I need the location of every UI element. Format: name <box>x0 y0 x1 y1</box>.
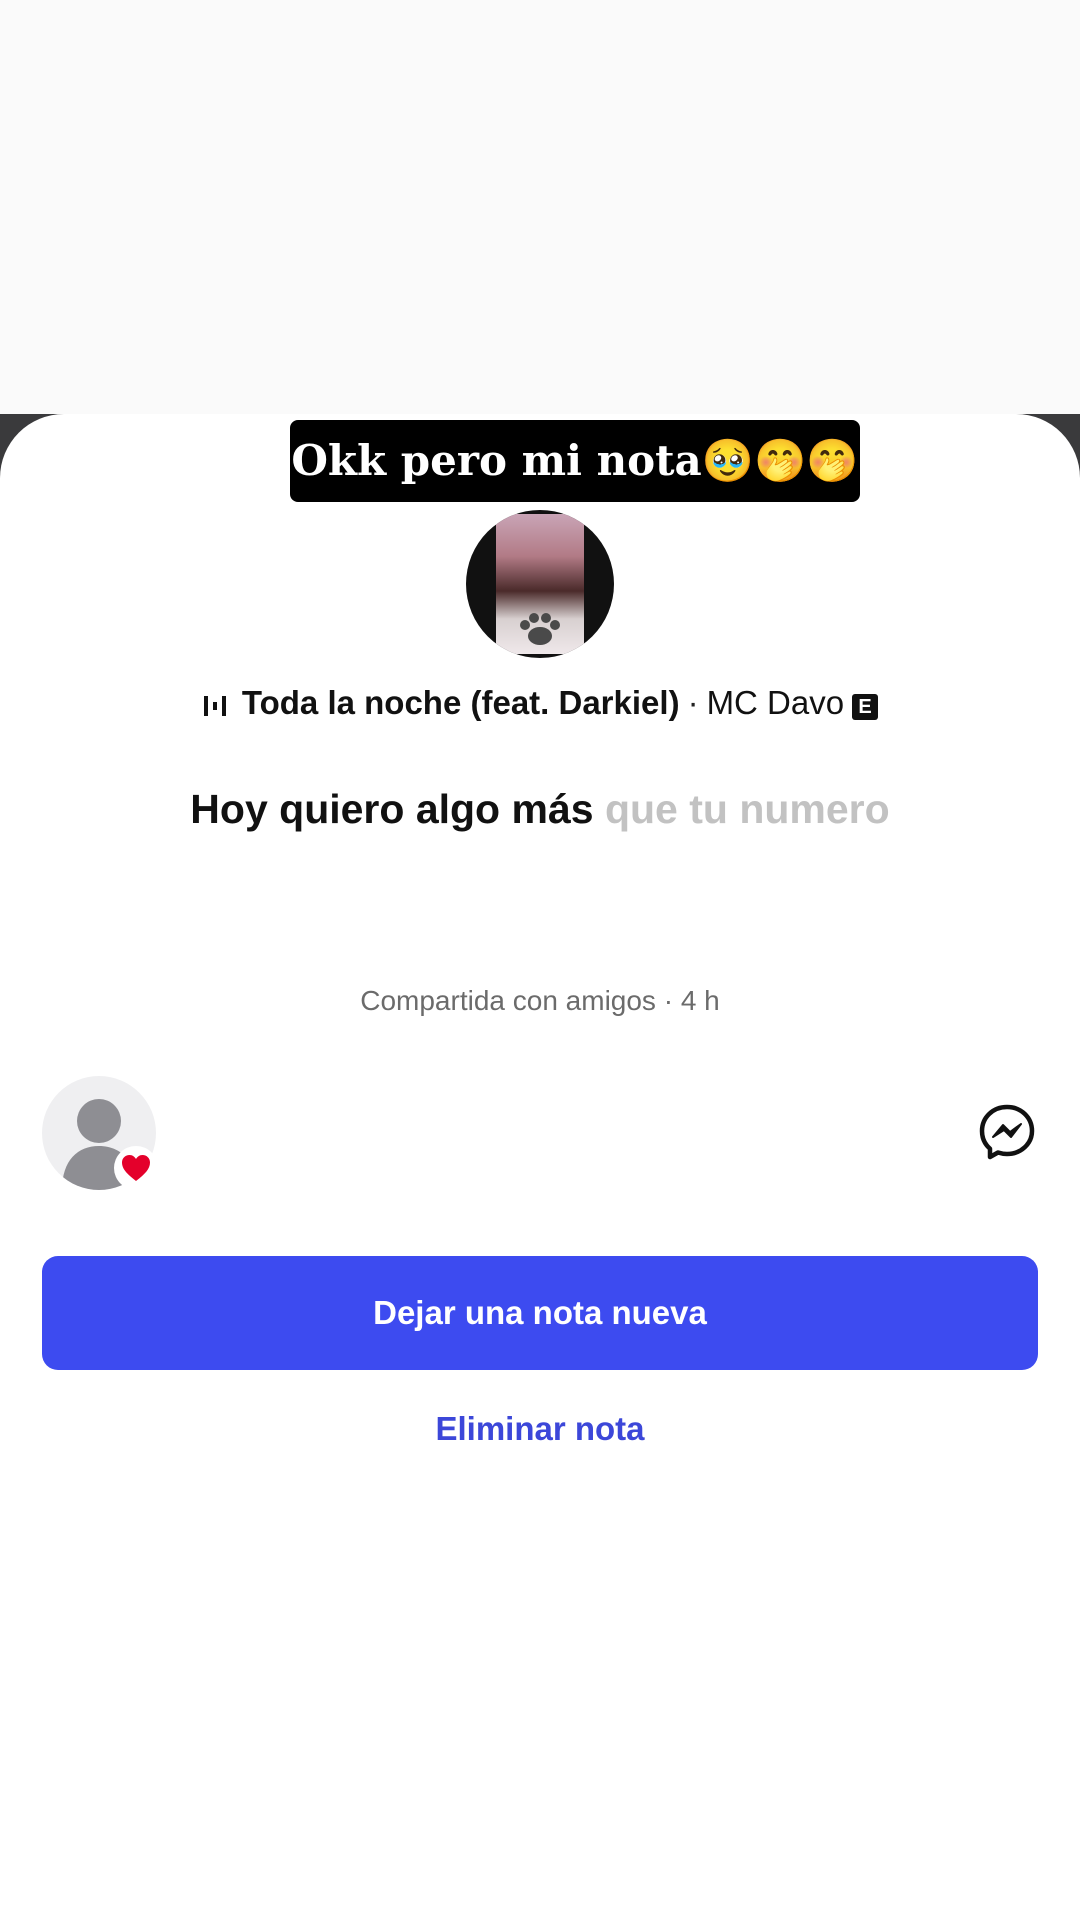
caption-text: Okk pero mi nota🥹🤭🤭 <box>291 436 859 485</box>
lyric-sung: Hoy quiero algo más <box>190 786 594 832</box>
note-lyric: Hoy quiero algo más que tu numero <box>0 786 1080 833</box>
paw-print-icon <box>520 613 560 645</box>
profile-avatar[interactable] <box>466 510 614 658</box>
separator: · <box>687 684 699 721</box>
music-info[interactable]: Toda la noche (feat. Darkiel) · MC Davo E <box>0 684 1080 722</box>
top-backdrop <box>0 0 1080 420</box>
lyric-upcoming: que tu numero <box>604 786 890 832</box>
equalizer-icon <box>203 696 226 716</box>
reaction-badge <box>114 1146 158 1190</box>
shared-status: Compartida con amigos · 4 h <box>360 985 720 1016</box>
explicit-badge: E <box>852 694 879 720</box>
leave-new-note-button[interactable]: Dejar una nota nueva <box>42 1256 1038 1370</box>
delete-note-button[interactable]: Eliminar nota <box>0 1410 1080 1448</box>
artist-name: MC Davo <box>706 684 845 721</box>
song-title: Toda la noche (feat. Darkiel) <box>241 684 680 721</box>
video-caption: Okk pero mi nota🥹🤭🤭 <box>290 420 860 502</box>
heart-icon <box>122 1155 150 1181</box>
messenger-icon[interactable] <box>978 1103 1036 1161</box>
